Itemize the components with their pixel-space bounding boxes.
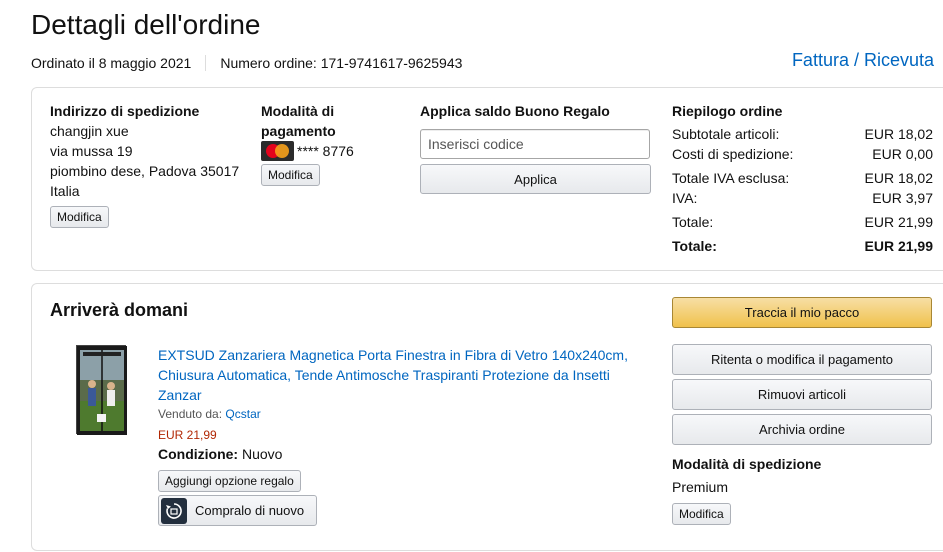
edit-payment-button[interactable]: Modifica (261, 164, 320, 186)
add-gift-option-button[interactable]: Aggiungi opzione regalo (158, 470, 301, 492)
payment-heading-line2: pagamento (261, 123, 336, 139)
address-line: piombino dese, Padova 35017 (50, 163, 240, 179)
summary-row: Totale IVA esclusa: EUR 18,02 (672, 168, 933, 188)
meta-divider (205, 55, 207, 71)
condition-label: Condizione: (158, 446, 239, 462)
summary-value: EUR 18,02 (864, 170, 933, 186)
summary-row: Subtotale articoli: EUR 18,02 (672, 124, 933, 144)
summary-value: EUR 21,99 (864, 214, 933, 230)
summary-label: IVA: (672, 190, 698, 206)
archive-order-button[interactable]: Archivia ordine (672, 414, 932, 445)
order-number: Numero ordine: 171-9741617-9625943 (220, 55, 463, 71)
address-line: Italia (50, 183, 80, 199)
shipping-method-value: Premium (672, 479, 729, 495)
product-thumbnail-art (77, 346, 127, 435)
order-meta: Ordinato il 8 maggio 2021 Numero ordine:… (31, 55, 462, 71)
address-line: via mussa 19 (50, 143, 133, 159)
sold-by-label: Venduto da: (158, 407, 223, 421)
address-line: changjin xue (50, 123, 129, 139)
shipping-method-heading: Modalità di spedizione (672, 456, 822, 472)
summary-grand-total: Totale: EUR 21,99 (672, 236, 933, 256)
retry-payment-button[interactable]: Ritenta o modifica il pagamento (672, 344, 932, 375)
condition-value: Nuovo (242, 446, 283, 462)
summary-value: EUR 18,02 (864, 126, 933, 142)
shipping-address-heading: Indirizzo di spedizione (50, 103, 200, 119)
summary-row: Costi di spedizione: EUR 0,00 (672, 144, 933, 164)
track-package-button[interactable]: Traccia il mio pacco (672, 297, 932, 328)
gift-code-input[interactable]: Inserisci codice (420, 129, 650, 159)
sold-by: Venduto da: Qcstar (158, 407, 261, 421)
grand-total-label: Totale: (672, 238, 717, 254)
gift-card-heading: Applica saldo Buono Regalo (420, 103, 610, 119)
invoice-link-container: Fattura / Ricevuta (792, 50, 934, 71)
card-number: **** 8776 (297, 143, 354, 159)
item-price: EUR 21,99 (158, 428, 217, 442)
buy-again-label: Compralo di nuovo (195, 503, 305, 518)
item-condition: Condizione: Nuovo (158, 446, 282, 462)
edit-address-button[interactable]: Modifica (50, 206, 109, 228)
shipping-address-section: Indirizzo di spedizione changjin xue via… (50, 101, 250, 228)
gift-card-section: Applica saldo Buono Regalo (420, 101, 660, 121)
summary-heading: Riepilogo ordine (672, 103, 783, 119)
summary-label: Subtotale articoli: (672, 126, 780, 142)
page-title: Dettagli dell'ordine (31, 9, 261, 40)
order-date: Ordinato il 8 maggio 2021 (31, 55, 192, 71)
payment-section: Modalità di pagamento **** 8776 Modifica (261, 101, 381, 186)
edit-shipping-method-button[interactable]: Modifica (672, 503, 731, 525)
seller-link[interactable]: Qcstar (225, 407, 260, 421)
summary-label: Totale: (672, 214, 714, 230)
remove-items-button[interactable]: Rimuovi articoli (672, 379, 932, 410)
summary-row: IVA: EUR 3,97 (672, 188, 933, 208)
payment-heading-line1: Modalità di (261, 103, 335, 119)
grand-total-value: EUR 21,99 (864, 238, 933, 254)
shipment-box: Arriverà domani EXTSUD Zanzariera Magnet… (31, 283, 943, 551)
delivery-status: Arriverà domani (50, 300, 189, 320)
buy-again-icon (161, 497, 187, 524)
summary-row: Totale: EUR 21,99 (672, 212, 933, 232)
summary-label: Costi di spedizione: (672, 146, 794, 162)
buy-again-button[interactable]: Compralo di nuovo (158, 495, 317, 526)
mastercard-icon (261, 141, 294, 161)
order-info-box: Indirizzo di spedizione changjin xue via… (31, 87, 943, 271)
apply-gift-button[interactable]: Applica (420, 164, 651, 194)
product-title-link[interactable]: EXTSUD Zanzariera Magnetica Porta Finest… (158, 345, 638, 405)
product-image[interactable] (76, 345, 127, 435)
payment-card: **** 8776 (261, 141, 381, 161)
invoice-link[interactable]: Fattura / Ricevuta (792, 50, 934, 70)
summary-value: EUR 0,00 (872, 146, 933, 162)
summary-value: EUR 3,97 (872, 190, 933, 206)
summary-label: Totale IVA esclusa: (672, 170, 790, 186)
